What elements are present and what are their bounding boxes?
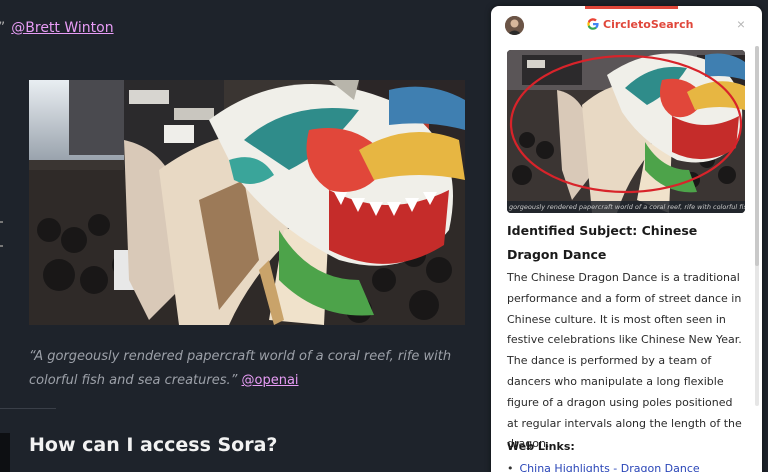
panel-accent-bar: [585, 6, 678, 9]
panel-scrollbar[interactable]: [755, 46, 759, 406]
dragon-dance-video[interactable]: [29, 80, 465, 325]
result-image[interactable]: gorgeously rendered papercraft world of …: [507, 50, 745, 213]
avatar[interactable]: [505, 16, 524, 35]
caption-text: “A gorgeously rendered papercraft world …: [29, 349, 452, 388]
g-logo-icon: [587, 18, 599, 30]
brand-name: CircletoSearch: [603, 17, 694, 31]
video-caption: “A gorgeously rendered papercraft world …: [29, 345, 474, 393]
panel-brand: CircletoSearch: [586, 17, 693, 31]
section-heading: How can I access Sora?: [29, 434, 278, 456]
quote-tail: ”: [0, 20, 5, 36]
web-link[interactable]: China Highlights - Dragon Dance: [520, 462, 700, 472]
circle-to-search-panel: CircletoSearch × gorgeously rendered pap…: [491, 6, 762, 472]
subject-description: The Chinese Dragon Dance is a traditiona…: [507, 271, 742, 451]
dragon-result-scene: [507, 50, 745, 213]
avatar-icon: [505, 16, 524, 35]
caption-handle-link[interactable]: @openai: [242, 373, 299, 388]
subject-title: Identified Subject: Chinese Dragon Dance: [507, 223, 698, 262]
close-icon[interactable]: ×: [734, 17, 748, 31]
list-item: China Highlights - Dragon Dance: [507, 462, 700, 472]
edge-thumbnail: [0, 433, 10, 472]
edge-marker: [0, 221, 3, 223]
top-credit: ” @Brett Winton: [0, 20, 114, 36]
web-links-list: China Highlights - Dragon Dance: [507, 462, 700, 472]
divider: [0, 408, 56, 409]
edge-marker: [0, 245, 3, 247]
web-links-heading: Web Links:: [507, 440, 575, 453]
top-handle-link[interactable]: @Brett Winton: [11, 20, 113, 36]
image-caption: gorgeously rendered papercraft world of …: [507, 201, 745, 213]
dragon-dance-scene: [29, 80, 465, 325]
